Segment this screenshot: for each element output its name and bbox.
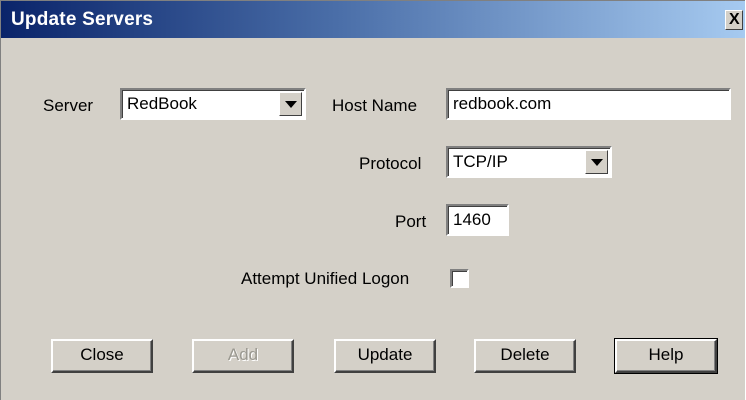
add-button[interactable]: Add	[192, 339, 294, 373]
unified-logon-checkbox[interactable]	[450, 269, 469, 288]
host-name-value: redbook.com	[453, 94, 552, 113]
server-dropdown-button[interactable]	[279, 92, 302, 116]
dialog-title: Update Servers	[11, 9, 154, 30]
delete-button[interactable]: Delete	[474, 339, 576, 373]
chevron-down-icon	[285, 101, 297, 108]
host-name-input[interactable]: redbook.com	[446, 88, 731, 120]
update-button[interactable]: Update	[334, 339, 436, 373]
protocol-label: Protocol	[359, 154, 422, 173]
protocol-select-value: TCP/IP	[453, 152, 508, 171]
chevron-down-icon	[591, 159, 603, 166]
unified-logon-label: Attempt Unified Logon	[241, 269, 410, 288]
port-label: Port	[395, 212, 427, 231]
protocol-select[interactable]: TCP/IP	[446, 146, 612, 178]
close-button[interactable]: Close	[51, 339, 153, 373]
update-servers-dialog: Update Servers X Server RedBook Host Nam…	[0, 0, 745, 400]
port-value: 1460	[453, 210, 491, 229]
port-input[interactable]: 1460	[446, 204, 509, 236]
server-select-value: RedBook	[127, 94, 197, 113]
server-select[interactable]: RedBook	[120, 88, 306, 120]
server-label: Server	[43, 96, 94, 115]
title-bar[interactable]: Update Servers X	[1, 1, 745, 38]
close-icon[interactable]: X	[725, 10, 743, 30]
help-button[interactable]: Help	[614, 338, 718, 374]
host-name-label: Host Name	[332, 96, 418, 115]
protocol-dropdown-button[interactable]	[585, 150, 608, 174]
